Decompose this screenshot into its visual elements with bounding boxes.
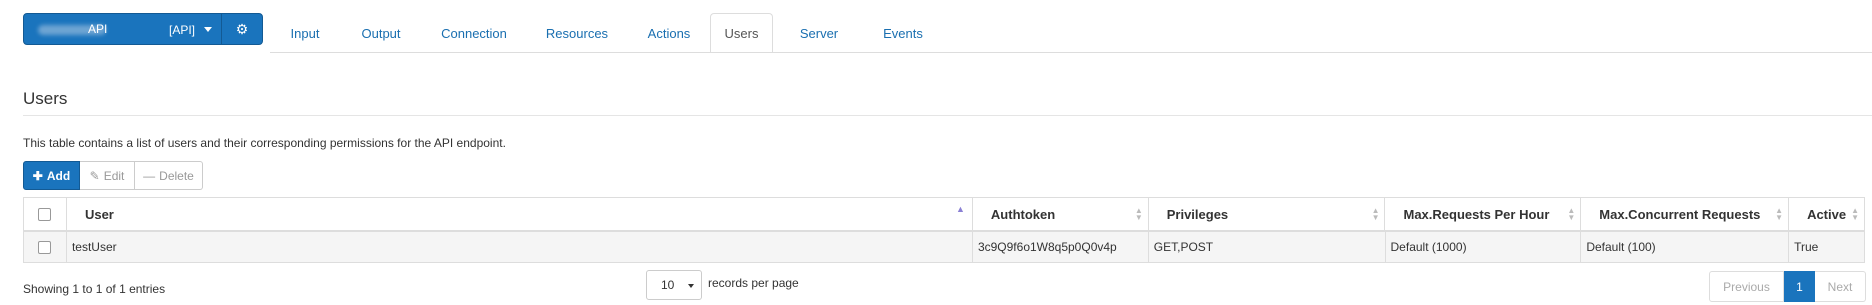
edit-label: Edit bbox=[103, 168, 125, 183]
page-size-control: 10 records per page bbox=[646, 270, 799, 300]
edit-button[interactable]: ✎ Edit bbox=[80, 161, 135, 190]
tab-server[interactable]: Server bbox=[773, 13, 865, 53]
tab-output[interactable]: Output bbox=[340, 13, 422, 53]
column-header-max-concurrent[interactable]: Max.Concurrent Requests ▲ ▼ bbox=[1581, 198, 1790, 230]
api-name: API bbox=[88, 22, 108, 36]
cell-max-requests: Default (1000) bbox=[1386, 232, 1582, 262]
tab-input[interactable]: Input bbox=[270, 13, 340, 53]
column-label: Privileges bbox=[1166, 206, 1229, 222]
section-description: This table contains a list of users and … bbox=[23, 136, 506, 150]
column-label: Active bbox=[1807, 206, 1847, 222]
sort-icon: ▲ ▼ bbox=[1851, 206, 1859, 222]
pagination: Previous 1 Next bbox=[1709, 271, 1866, 302]
settings-button[interactable]: ⚙ bbox=[221, 14, 262, 44]
tab-bar: Input Output Connection Resources Action… bbox=[270, 13, 941, 53]
column-header-max-requests[interactable]: Max.Requests Per Hour ▲ ▼ bbox=[1385, 198, 1582, 230]
page-size-value: 10 bbox=[661, 278, 675, 292]
previous-page-button[interactable]: Previous bbox=[1709, 271, 1784, 302]
sort-icon: ▲ ▼ bbox=[1134, 206, 1143, 222]
row-checkbox[interactable] bbox=[38, 240, 52, 254]
column-header-authtoken[interactable]: Authtoken ▲ ▼ bbox=[973, 198, 1149, 230]
sort-icon: ▲ ▼ bbox=[1775, 206, 1784, 222]
next-page-button[interactable]: Next bbox=[1815, 271, 1866, 302]
gear-icon: ⚙ bbox=[235, 20, 249, 37]
api-type: [API] bbox=[169, 23, 196, 37]
sort-icon: ▲ ▼ bbox=[1567, 206, 1576, 222]
sort-icon: ▲ ▼ bbox=[1371, 206, 1380, 222]
add-button[interactable]: ✚ Add bbox=[23, 161, 80, 190]
column-header-user[interactable]: User ▲ bbox=[67, 198, 973, 230]
page-1-button[interactable]: 1 bbox=[1784, 271, 1815, 302]
api-selector[interactable]: API [API] ⚙ bbox=[23, 13, 263, 45]
caret-down-icon bbox=[204, 27, 212, 32]
tab-events[interactable]: Events bbox=[865, 13, 941, 53]
cell-privileges: GET,POST bbox=[1149, 232, 1386, 262]
page-size-select[interactable]: 10 bbox=[646, 270, 702, 300]
table-header-row: User ▲ Authtoken ▲ ▼ Privileges ▲ ▼ Max.Re… bbox=[24, 198, 1864, 232]
plus-icon: ✚ bbox=[32, 168, 43, 183]
add-label: Add bbox=[46, 168, 71, 183]
users-table: User ▲ Authtoken ▲ ▼ Privileges ▲ ▼ Max.Re… bbox=[23, 197, 1865, 263]
column-label: Max.Requests Per Hour bbox=[1403, 206, 1550, 222]
column-label: User bbox=[84, 206, 114, 222]
api-dropdown-button[interactable]: API [API] bbox=[24, 14, 221, 44]
delete-label: Delete bbox=[159, 168, 194, 183]
column-header-privileges[interactable]: Privileges ▲ ▼ bbox=[1149, 198, 1386, 230]
tab-users[interactable]: Users bbox=[710, 13, 773, 53]
sort-ascending-icon: ▲ bbox=[956, 204, 965, 214]
row-select-cell bbox=[24, 232, 67, 262]
select-all-cell bbox=[24, 198, 67, 230]
cell-user: testUser bbox=[67, 232, 973, 262]
chevron-down-icon bbox=[688, 284, 694, 288]
cell-active: True bbox=[1794, 240, 1819, 254]
title-divider bbox=[23, 115, 1872, 116]
page-title: Users bbox=[23, 89, 68, 108]
column-header-active[interactable]: Active ▲ ▼ bbox=[1789, 198, 1864, 230]
tab-connection[interactable]: Connection bbox=[422, 13, 526, 53]
tabs-divider bbox=[270, 52, 1872, 53]
records-per-page-label: records per page bbox=[708, 276, 799, 290]
column-label: Authtoken bbox=[990, 206, 1056, 222]
tab-actions[interactable]: Actions bbox=[628, 13, 710, 53]
select-all-checkbox[interactable] bbox=[38, 207, 52, 221]
cell-authtoken: 3c9Q9f6o1W8q5p0Q0v4p bbox=[973, 232, 1149, 262]
minus-icon: — bbox=[143, 168, 156, 183]
column-label: Max.Concurrent Requests bbox=[1599, 206, 1761, 222]
cell-max-concurrent: Default (100) bbox=[1581, 232, 1790, 262]
delete-button[interactable]: — Delete bbox=[135, 161, 203, 190]
entries-info: Showing 1 to 1 of 1 entries bbox=[23, 282, 166, 296]
table-row[interactable]: testUser 3c9Q9f6o1W8q5p0Q0v4p GET,POST D… bbox=[24, 232, 1864, 262]
table-toolbar: ✚ Add ✎ Edit — Delete bbox=[23, 161, 203, 190]
edit-icon: ✎ bbox=[89, 168, 100, 183]
tab-resources[interactable]: Resources bbox=[526, 13, 628, 53]
